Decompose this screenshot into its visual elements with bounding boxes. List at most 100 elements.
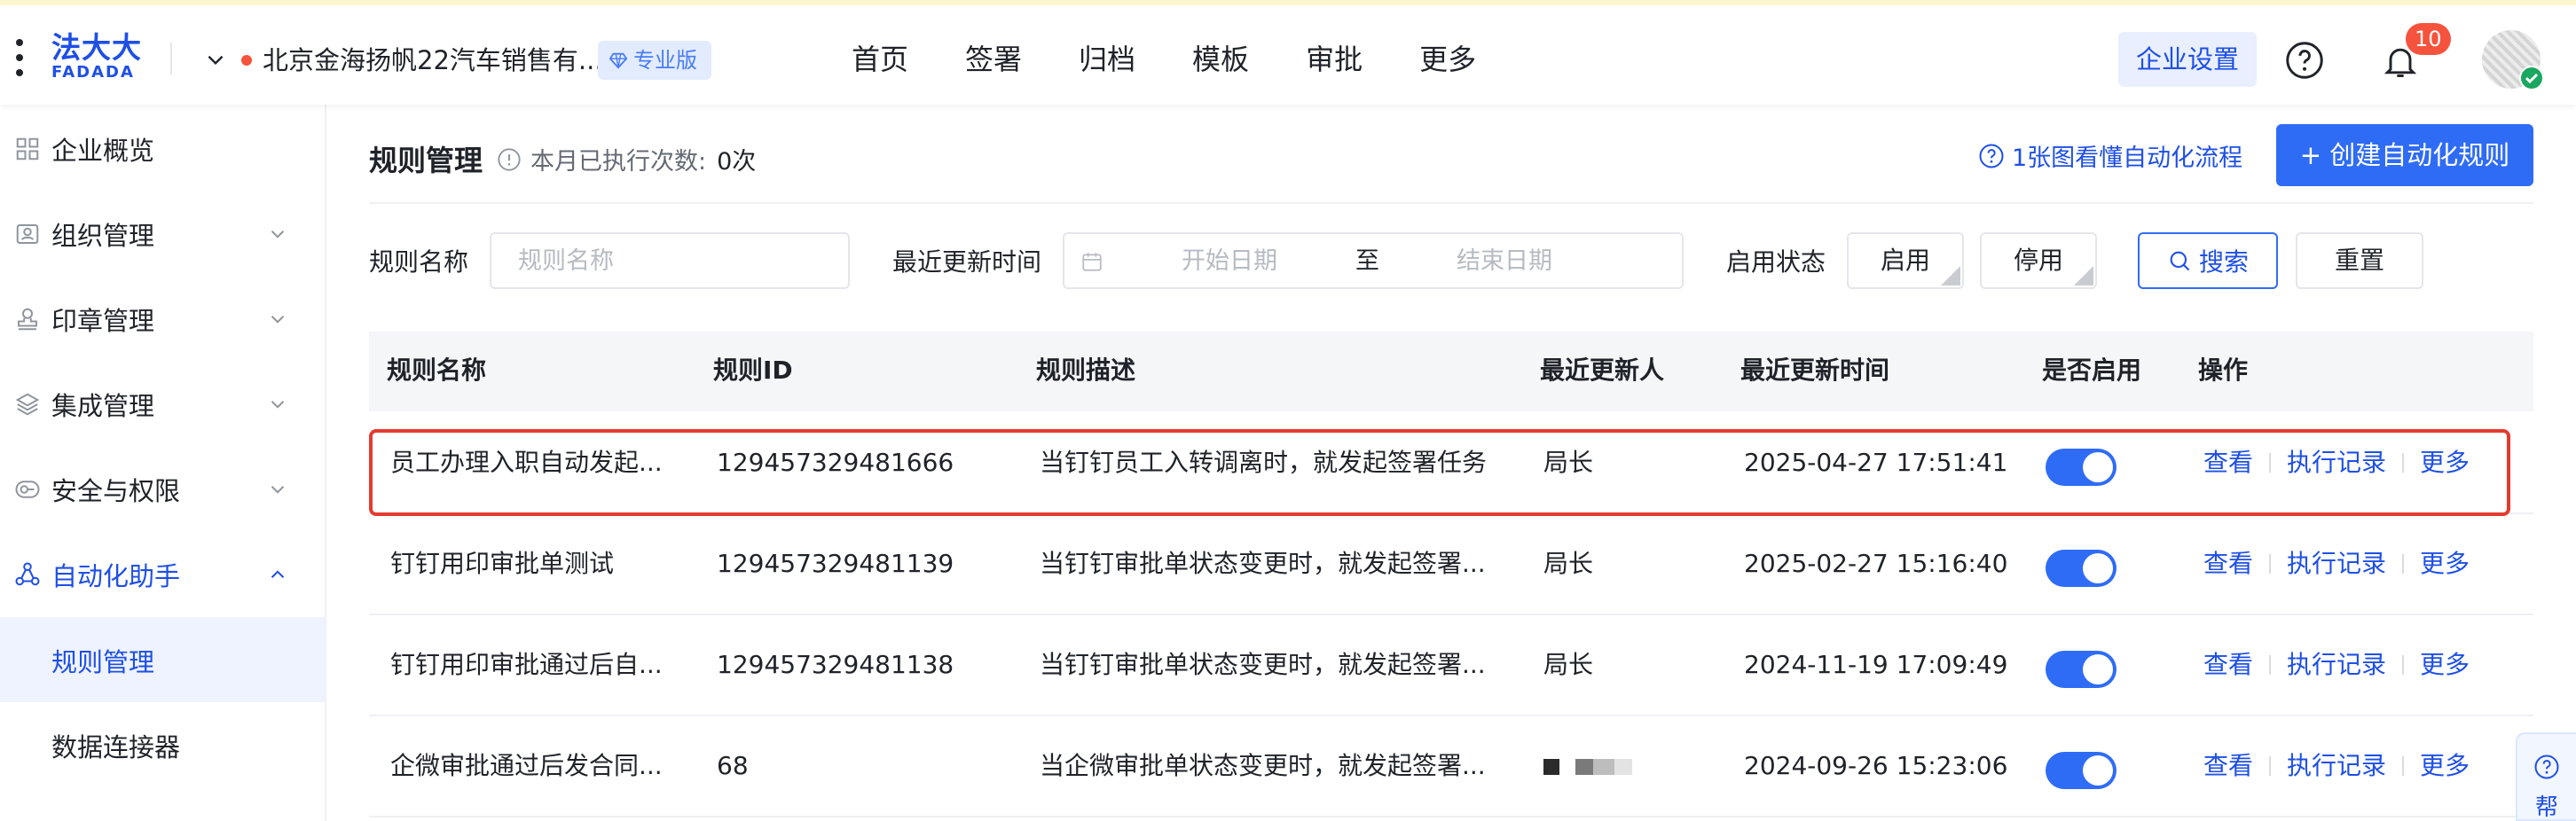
more-link[interactable]: 更多 [2420, 546, 2470, 582]
status-enabled-option[interactable]: 启用 [1847, 232, 1964, 289]
nav-template[interactable]: 模板 [1192, 37, 1249, 82]
search-button[interactable]: 搜索 [2138, 232, 2278, 289]
col-update-time: 最近更新时间 [1740, 356, 1890, 385]
calendar-icon [1082, 253, 1102, 271]
more-link[interactable]: 更多 [2420, 748, 2470, 784]
sidebar-item-org[interactable]: 组织管理 [0, 192, 325, 277]
divider [2402, 655, 2405, 675]
create-rule-button[interactable]: + 创建自动化规则 [2276, 124, 2533, 186]
row-actions: 查看 执行记录 更多 [2203, 546, 2470, 582]
exec-log-link[interactable]: 执行记录 [2287, 748, 2386, 784]
update-time-cell: 2025-02-27 15:16:40 [1744, 549, 2008, 578]
divider [2402, 554, 2405, 574]
more-link[interactable]: 更多 [2420, 647, 2470, 683]
divider [170, 43, 172, 74]
redacted-block [1543, 759, 1559, 775]
sidebar-sub-connector[interactable]: 数据连接器 [0, 702, 325, 787]
update-time-cell: 2024-11-19 17:09:49 [1744, 650, 2008, 679]
edition-badge: 专业版 [598, 41, 711, 80]
col-rule-name: 规则名称 [387, 356, 487, 385]
corp-settings-button[interactable]: 企业设置 [2118, 32, 2257, 87]
seal-icon [18, 308, 37, 331]
rule-name-placeholder: 规则名称 [518, 247, 614, 275]
sidebar-sub-label: 数据连接器 [51, 732, 181, 762]
fadada-logo[interactable]: 法大大 FADADA [51, 32, 149, 83]
status-disabled-option[interactable]: 停用 [1980, 232, 2097, 289]
nav-sign[interactable]: 签署 [965, 37, 1022, 82]
nav-home[interactable]: 首页 [852, 37, 908, 82]
nav-approval[interactable]: 审批 [1306, 37, 1363, 82]
status-enabled-label: 启用 [1880, 246, 1930, 275]
nav-more[interactable]: 更多 [1419, 37, 1476, 82]
rule-name-cell: 钉钉用印审批单测试 [390, 549, 615, 578]
reset-button[interactable]: 重置 [2296, 232, 2423, 289]
filter-time-label: 最近更新时间 [892, 247, 1042, 277]
divider [2269, 554, 2272, 574]
table-row: 钉钉用印审批通过后自... 129457329481138 当钉钉审批单状态变更… [369, 615, 2533, 716]
end-date-placeholder[interactable]: 结束日期 [1457, 246, 1552, 277]
info-icon [498, 147, 521, 171]
redacted-block [1575, 759, 1632, 775]
enable-toggle[interactable] [2046, 550, 2117, 587]
divider [369, 202, 2533, 204]
logo-cn: 法大大 [51, 30, 142, 65]
view-link[interactable]: 查看 [2203, 647, 2253, 683]
rule-name-input[interactable]: 规则名称 [490, 232, 850, 289]
row-actions: 查看 执行记录 更多 [2203, 748, 2470, 784]
view-link[interactable]: 查看 [2203, 748, 2253, 784]
toggle-knob [2083, 553, 2113, 583]
exec-log-link[interactable]: 执行记录 [2287, 647, 2386, 683]
divider [2269, 756, 2272, 776]
col-actions: 操作 [2198, 356, 2249, 385]
org-icon [16, 224, 39, 244]
guide-link-label: 1张图看懂自动化流程 [2012, 145, 2243, 172]
resize-corner [2074, 266, 2093, 285]
rule-id-cell: 68 [717, 751, 749, 780]
logo-en: FADADA [51, 63, 135, 82]
exec-count-label: 本月已执行次数: [530, 148, 707, 176]
toggle-knob [2083, 654, 2113, 684]
rule-id-cell: 129457329481138 [717, 650, 954, 679]
sidebar-item-integration[interactable]: 集成管理 [0, 362, 325, 447]
exec-count: 本月已执行次数: 0次 [497, 142, 756, 176]
divider [2269, 655, 2272, 675]
sidebar-item-automation[interactable]: 自动化助手 [0, 532, 325, 617]
help-icon[interactable] [2285, 41, 2324, 80]
table-header: 规则名称 规则ID 规则描述 最近更新人 最近更新时间 是否启用 操作 [369, 332, 2533, 411]
sidebar-item-seal[interactable]: 印章管理 [0, 277, 325, 362]
table-row: 钉钉用印审批单测试 129457329481139 当钉钉审批单状态变更时，就发… [369, 514, 2533, 615]
search-label: 搜索 [2198, 247, 2249, 277]
guide-link[interactable]: 1张图看懂自动化流程 [1978, 138, 2242, 173]
org-name[interactable]: 北京金海扬帆22汽车销售有... [263, 43, 603, 78]
date-range-separator: 至 [1355, 247, 1379, 275]
chevron-down-icon[interactable] [204, 48, 227, 71]
chevron-down-icon [271, 486, 285, 494]
sidebar-sub-rules[interactable]: 规则管理 [0, 617, 325, 702]
sidebar-item-security[interactable]: 安全与权限 [0, 447, 325, 532]
exec-count-value: 0次 [717, 148, 757, 176]
view-link[interactable]: 查看 [2203, 546, 2253, 582]
enable-toggle[interactable] [2046, 651, 2117, 688]
top-bar: 法大大 FADADA 北京金海扬帆22汽车销售有... 专业版 首页 签署 归档… [0, 0, 2576, 105]
status-disabled-label: 停用 [2013, 246, 2063, 275]
filter-name-label: 规则名称 [369, 247, 469, 277]
col-rule-id: 规则ID [713, 356, 793, 385]
table-row: 企微审批通过后发合同... 68 当企微审批单状态变更时，就发起签署... 20… [369, 716, 2533, 817]
help-circle-icon [1979, 144, 2004, 168]
help-float-button[interactable]: 帮 [2516, 732, 2576, 821]
start-date-placeholder[interactable]: 开始日期 [1182, 246, 1277, 277]
nav-archive[interactable]: 归档 [1079, 37, 1135, 82]
sidebar-item-overview[interactable]: 企业概览 [0, 106, 325, 192]
sidebar-item-label: 组织管理 [51, 221, 155, 251]
exec-log-link[interactable]: 执行记录 [2287, 546, 2386, 582]
resize-corner [1941, 266, 1960, 285]
updater-cell-masked [1543, 748, 1632, 784]
date-range-picker[interactable]: 开始日期 至 结束日期 [1063, 232, 1684, 289]
app-menu-icon[interactable] [14, 39, 25, 78]
enable-toggle[interactable] [2046, 752, 2117, 789]
rule-id-cell: 129457329481139 [717, 549, 954, 578]
page-title: 规则管理 [369, 144, 483, 177]
col-updater: 最近更新人 [1540, 356, 1665, 385]
security-icon [15, 481, 40, 498]
rule-desc-cell: 当钉钉审批单状态变更时，就发起签署... [1040, 549, 1486, 578]
